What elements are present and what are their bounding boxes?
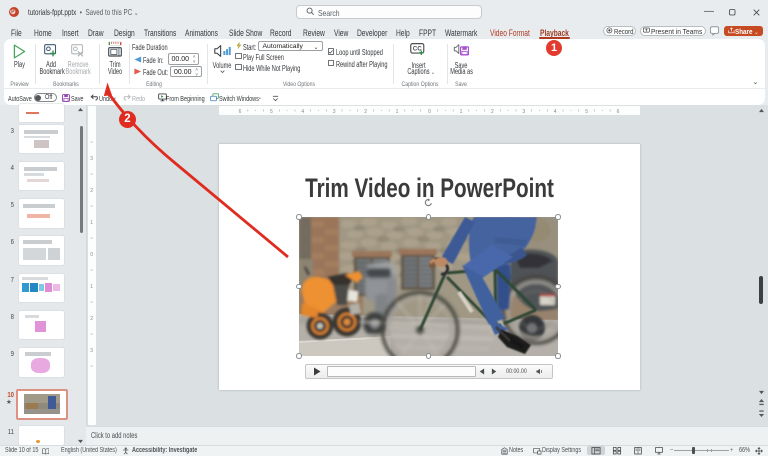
svg-text:3: 3 — [90, 156, 93, 162]
svg-text:6: 6 — [617, 109, 620, 115]
svg-text:3: 3 — [522, 109, 525, 115]
svg-text:1: 1 — [460, 109, 463, 115]
svg-text:5: 5 — [270, 109, 273, 115]
svg-text:P: P — [11, 9, 15, 15]
svg-text:3: 3 — [333, 109, 336, 115]
svg-text:3: 3 — [90, 348, 93, 354]
svg-text:6: 6 — [239, 109, 242, 115]
svg-text:2: 2 — [364, 109, 367, 115]
svg-text:1: 1 — [396, 109, 399, 115]
svg-text:5: 5 — [585, 109, 588, 115]
svg-text:4: 4 — [301, 109, 304, 115]
svg-text:1: 1 — [90, 284, 93, 290]
svg-text:0: 0 — [90, 252, 93, 258]
svg-text:0: 0 — [428, 109, 431, 115]
svg-text:1: 1 — [90, 220, 93, 226]
svg-text:2: 2 — [90, 316, 93, 322]
svg-text:2: 2 — [90, 188, 93, 194]
svg-text:2: 2 — [491, 109, 494, 115]
svg-text:4: 4 — [554, 109, 557, 115]
